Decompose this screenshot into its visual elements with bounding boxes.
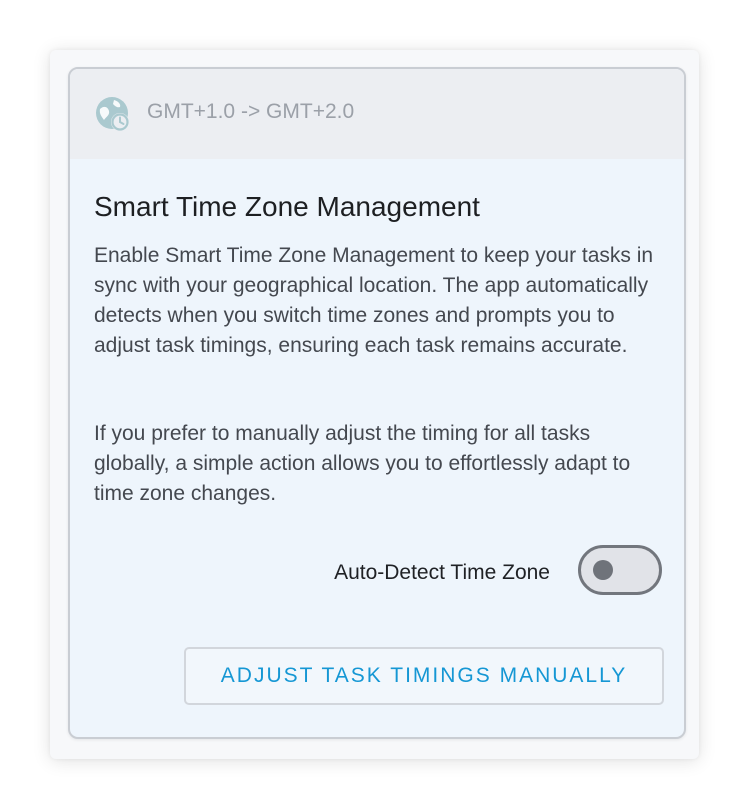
timezone-card: GMT+1.0 -> GMT+2.0 Smart Time Zone Manag… (68, 67, 686, 739)
auto-detect-label: Auto-Detect Time Zone (334, 561, 550, 584)
globe-clock-icon (96, 97, 129, 131)
description-paragraph: Enable Smart Time Zone Management to kee… (94, 244, 654, 357)
card-title: Smart Time Zone Management (94, 191, 480, 222)
manual-adjust-paragraph: If you prefer to manually adjust the tim… (94, 422, 631, 505)
auto-detect-toggle[interactable] (578, 545, 662, 595)
timezone-change-label: GMT+1.0 -> GMT+2.0 (147, 100, 355, 123)
card-header: GMT+1.0 -> GMT+2.0 (70, 69, 684, 159)
toggle-knob (593, 560, 613, 580)
adjust-task-timings-button[interactable]: ADJUST TASK TIMINGS MANUALLY (184, 647, 664, 705)
